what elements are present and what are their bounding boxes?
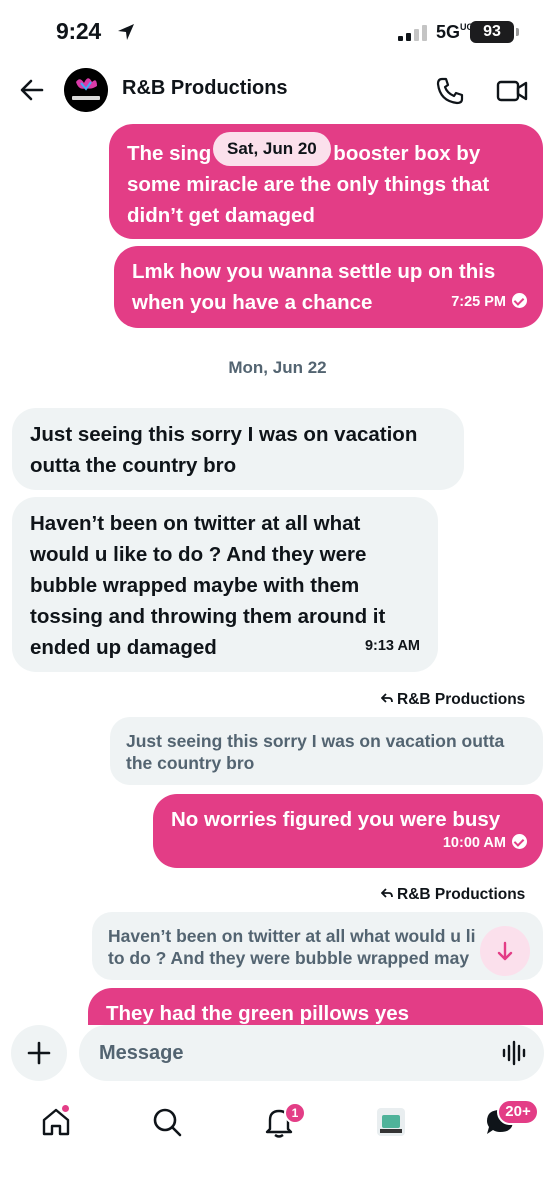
quoted-message[interactable]: Just seeing this sorry I was on vacation… bbox=[110, 717, 543, 785]
message-line: ended up damaged bbox=[30, 636, 217, 659]
voice-icon[interactable] bbox=[502, 1039, 528, 1067]
notifications-badge: 1 bbox=[284, 1102, 306, 1124]
read-check-icon bbox=[512, 834, 527, 849]
reply-reference[interactable]: R&B Productions bbox=[381, 886, 525, 904]
quote-line: to do ? And they were bubble wrapped may bbox=[108, 948, 470, 968]
quoted-message[interactable]: Haven’t been on twitter at all what woul… bbox=[92, 912, 543, 980]
network-type: 5GUC bbox=[436, 22, 474, 42]
message-line: would u like to do ? And they were bbox=[30, 543, 367, 566]
status-time: 9:24 bbox=[56, 18, 101, 44]
message-line: outta the country bro bbox=[30, 454, 237, 477]
messages-badge: 20+ bbox=[497, 1099, 539, 1125]
message-bubble-incoming[interactable]: Just seeing this sorry I was on vacation… bbox=[12, 408, 464, 490]
quote-line: the country bro bbox=[126, 753, 255, 773]
search-icon[interactable] bbox=[150, 1105, 184, 1139]
message-timestamp: 10:00 AM bbox=[443, 828, 527, 859]
message-line: Just seeing this sorry I was on vacation bbox=[30, 423, 418, 446]
avatar-logo-icon bbox=[64, 68, 108, 112]
message-line: Haven’t been on twitter at all what bbox=[30, 512, 361, 535]
message-bubble-outgoing[interactable]: No worries figured you were busy 10:00 A… bbox=[153, 794, 543, 868]
read-check-icon bbox=[512, 293, 527, 308]
reply-arrow-icon bbox=[381, 693, 393, 703]
scroll-to-bottom-button[interactable] bbox=[480, 926, 530, 976]
bottom-nav: 1 20+ bbox=[0, 1095, 555, 1165]
quote-line: Just seeing this sorry I was on vacation… bbox=[126, 731, 505, 751]
message-line: They had the green pillows yes bbox=[106, 1002, 410, 1025]
video-icon[interactable] bbox=[496, 76, 528, 106]
status-bar: 9:24 5GUC 93 bbox=[0, 0, 555, 62]
back-arrow-icon[interactable] bbox=[18, 76, 46, 104]
signal-icon bbox=[398, 25, 427, 41]
avatar[interactable] bbox=[64, 68, 108, 112]
date-separator: Mon, Jun 22 bbox=[228, 358, 327, 377]
message-thread[interactable]: The sing booster box by some miracle are … bbox=[0, 118, 555, 1025]
quote-line: Haven’t been on twitter at all what woul… bbox=[108, 926, 476, 946]
message-line: tossing and throwing them around it bbox=[30, 605, 386, 628]
reply-reference[interactable]: R&B Productions bbox=[381, 691, 525, 709]
message-timestamp: 9:13 AM bbox=[364, 638, 420, 654]
message-bubble-outgoing[interactable]: Lmk how you wanna settle up on this when… bbox=[114, 246, 543, 328]
location-arrow-icon bbox=[118, 24, 134, 40]
chevron-down-icon bbox=[497, 941, 513, 961]
message-line: bubble wrapped maybe with them bbox=[30, 574, 360, 597]
conversation-header: R&B Productions bbox=[0, 62, 555, 118]
message-line: didn’t get damaged bbox=[127, 204, 315, 227]
message-bubble-incoming[interactable]: Haven’t been on twitter at all what woul… bbox=[12, 497, 438, 672]
reply-arrow-icon bbox=[381, 888, 393, 898]
home-dot-badge bbox=[60, 1103, 71, 1114]
sticky-date-pill: Sat, Jun 20 bbox=[213, 132, 331, 166]
add-attachment-button[interactable] bbox=[11, 1025, 67, 1081]
grok-icon[interactable] bbox=[374, 1105, 408, 1139]
message-timestamp: 7:25 PM bbox=[451, 287, 527, 318]
battery-level: 93 bbox=[470, 21, 519, 43]
plus-icon bbox=[27, 1041, 51, 1065]
message-bubble-outgoing[interactable]: They had the green pillows yes bbox=[88, 988, 543, 1025]
message-line: some miracle are the only things that bbox=[127, 173, 490, 196]
phone-icon[interactable] bbox=[435, 76, 465, 106]
conversation-title[interactable]: R&B Productions bbox=[122, 77, 288, 100]
message-line: Lmk how you wanna settle up on this bbox=[132, 260, 496, 283]
composer bbox=[0, 1025, 555, 1083]
message-input[interactable] bbox=[79, 1025, 544, 1081]
